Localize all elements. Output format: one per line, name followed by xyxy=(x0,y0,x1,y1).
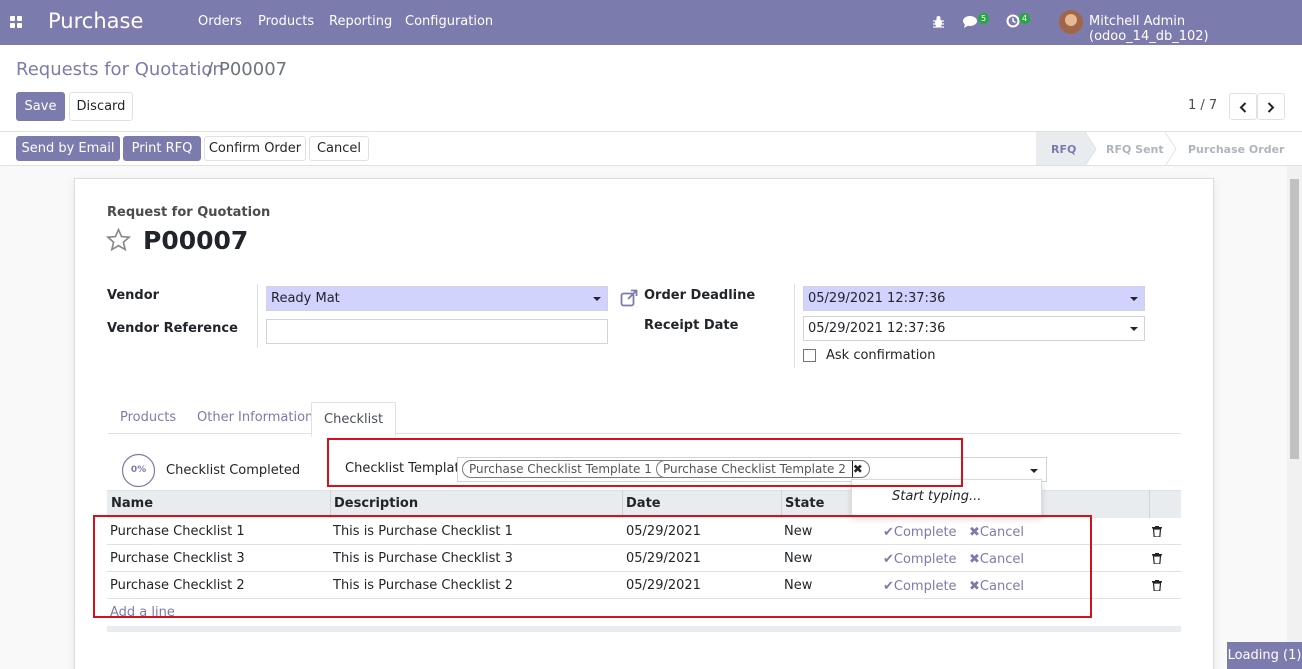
loading-indicator: Loading (1) xyxy=(1227,642,1302,669)
cancel-order-button[interactable]: Cancel xyxy=(309,136,369,161)
send-by-email-button[interactable]: Send by Email xyxy=(16,136,120,161)
vendor-reference-label: Vendor Reference xyxy=(107,321,238,336)
column-header-date[interactable]: Date xyxy=(626,496,661,511)
menu-configuration[interactable]: Configuration xyxy=(405,14,493,29)
highlight-box-template xyxy=(327,438,963,487)
column-separator xyxy=(781,490,782,518)
vendor-label: Vendor xyxy=(107,288,160,303)
highlight-box-rows xyxy=(93,515,1092,618)
menu-products[interactable]: Products xyxy=(258,14,314,29)
chevron-right-icon xyxy=(1267,102,1275,113)
page-scrollbar[interactable] xyxy=(1287,166,1302,669)
document-type-label: Request for Quotation xyxy=(107,205,271,220)
menu-orders[interactable]: Orders xyxy=(198,14,242,29)
stage-rfq[interactable]: RFQ xyxy=(1051,143,1076,156)
order-deadline-label: Order Deadline xyxy=(644,288,756,303)
activities-count-badge: 4 xyxy=(1019,13,1031,24)
tab-products[interactable]: Products xyxy=(120,410,176,425)
trash-icon[interactable] xyxy=(1152,553,1162,564)
column-header-description[interactable]: Description xyxy=(334,496,418,511)
breadcrumb-current: P00007 xyxy=(219,59,288,80)
messages-icon[interactable] xyxy=(963,15,979,29)
table-footer xyxy=(107,626,1181,632)
debug-bug-icon[interactable] xyxy=(932,15,945,29)
dropdown-hint[interactable]: Start typing... xyxy=(892,489,981,504)
field-separator-right xyxy=(794,284,795,368)
top-navbar: Purchase Orders Products Reporting Confi… xyxy=(0,0,1302,45)
stage-arrow-2 xyxy=(1165,132,1177,166)
apps-menu-icon[interactable] xyxy=(10,16,22,28)
stage-arrow-1 xyxy=(1085,132,1097,166)
stage-purchase-order[interactable]: Purchase Order xyxy=(1188,143,1284,156)
vendor-value: Ready Mat xyxy=(271,291,340,306)
confirm-order-button[interactable]: Confirm Order xyxy=(204,136,306,161)
receipt-date-field[interactable]: 05/29/2021 12:37:36 xyxy=(803,316,1145,341)
breadcrumb-separator: / xyxy=(207,59,214,80)
receipt-date-value: 05/29/2021 12:37:36 xyxy=(808,321,946,336)
column-header-state[interactable]: State xyxy=(785,496,824,511)
trash-icon[interactable] xyxy=(1152,580,1162,591)
order-deadline-value: 05/29/2021 12:37:36 xyxy=(808,291,946,306)
receipt-date-label: Receipt Date xyxy=(644,318,739,333)
user-menu[interactable]: Mitchell Admin (odoo_14_db_102) xyxy=(1089,14,1302,44)
stage-rfq-sent[interactable]: RFQ Sent xyxy=(1106,143,1164,156)
activities-clock-icon[interactable] xyxy=(1006,14,1020,28)
order-deadline-field[interactable]: 05/29/2021 12:37:36 xyxy=(803,286,1145,311)
discard-button[interactable]: Discard xyxy=(69,92,133,121)
field-separator xyxy=(257,284,258,348)
checklist-progress-value: 0% xyxy=(130,465,147,475)
menu-reporting[interactable]: Reporting xyxy=(329,14,392,29)
trash-icon[interactable] xyxy=(1152,526,1162,537)
pager-value[interactable]: 1 / 7 xyxy=(1188,98,1217,113)
tabs-baseline xyxy=(108,433,1181,434)
user-avatar[interactable] xyxy=(1059,10,1083,34)
document-name: P00007 xyxy=(143,226,249,255)
vendor-reference-input[interactable] xyxy=(266,319,608,344)
scrollbar-thumb[interactable] xyxy=(1290,179,1299,459)
caret-down-icon xyxy=(1130,297,1138,301)
app-title[interactable]: Purchase xyxy=(48,9,143,33)
tab-checklist[interactable]: Checklist xyxy=(311,402,397,437)
column-separator xyxy=(1149,490,1150,518)
save-button[interactable]: Save xyxy=(16,92,65,121)
external-link-icon[interactable] xyxy=(620,289,638,307)
tab-other-information[interactable]: Other Information xyxy=(197,410,313,425)
ask-confirmation-checkbox[interactable] xyxy=(803,349,816,362)
ask-confirmation-label: Ask confirmation xyxy=(826,348,936,363)
caret-down-icon[interactable] xyxy=(1030,469,1038,473)
caret-down-icon xyxy=(593,297,601,301)
checklist-progress-label: Checklist Completed xyxy=(166,463,301,478)
column-separator xyxy=(622,490,623,518)
print-rfq-button[interactable]: Print RFQ xyxy=(123,136,201,161)
column-header-name[interactable]: Name xyxy=(111,496,153,511)
messages-count-badge: 5 xyxy=(978,13,990,24)
chevron-left-icon xyxy=(1239,102,1247,113)
pager-previous-button[interactable] xyxy=(1229,93,1257,120)
pager-next-button[interactable] xyxy=(1257,93,1285,120)
breadcrumb-parent[interactable]: Requests for Quotation xyxy=(16,59,224,80)
column-separator xyxy=(330,490,331,518)
caret-down-icon xyxy=(1130,327,1138,331)
vendor-select[interactable]: Ready Mat xyxy=(266,286,608,311)
star-icon[interactable] xyxy=(106,228,131,252)
